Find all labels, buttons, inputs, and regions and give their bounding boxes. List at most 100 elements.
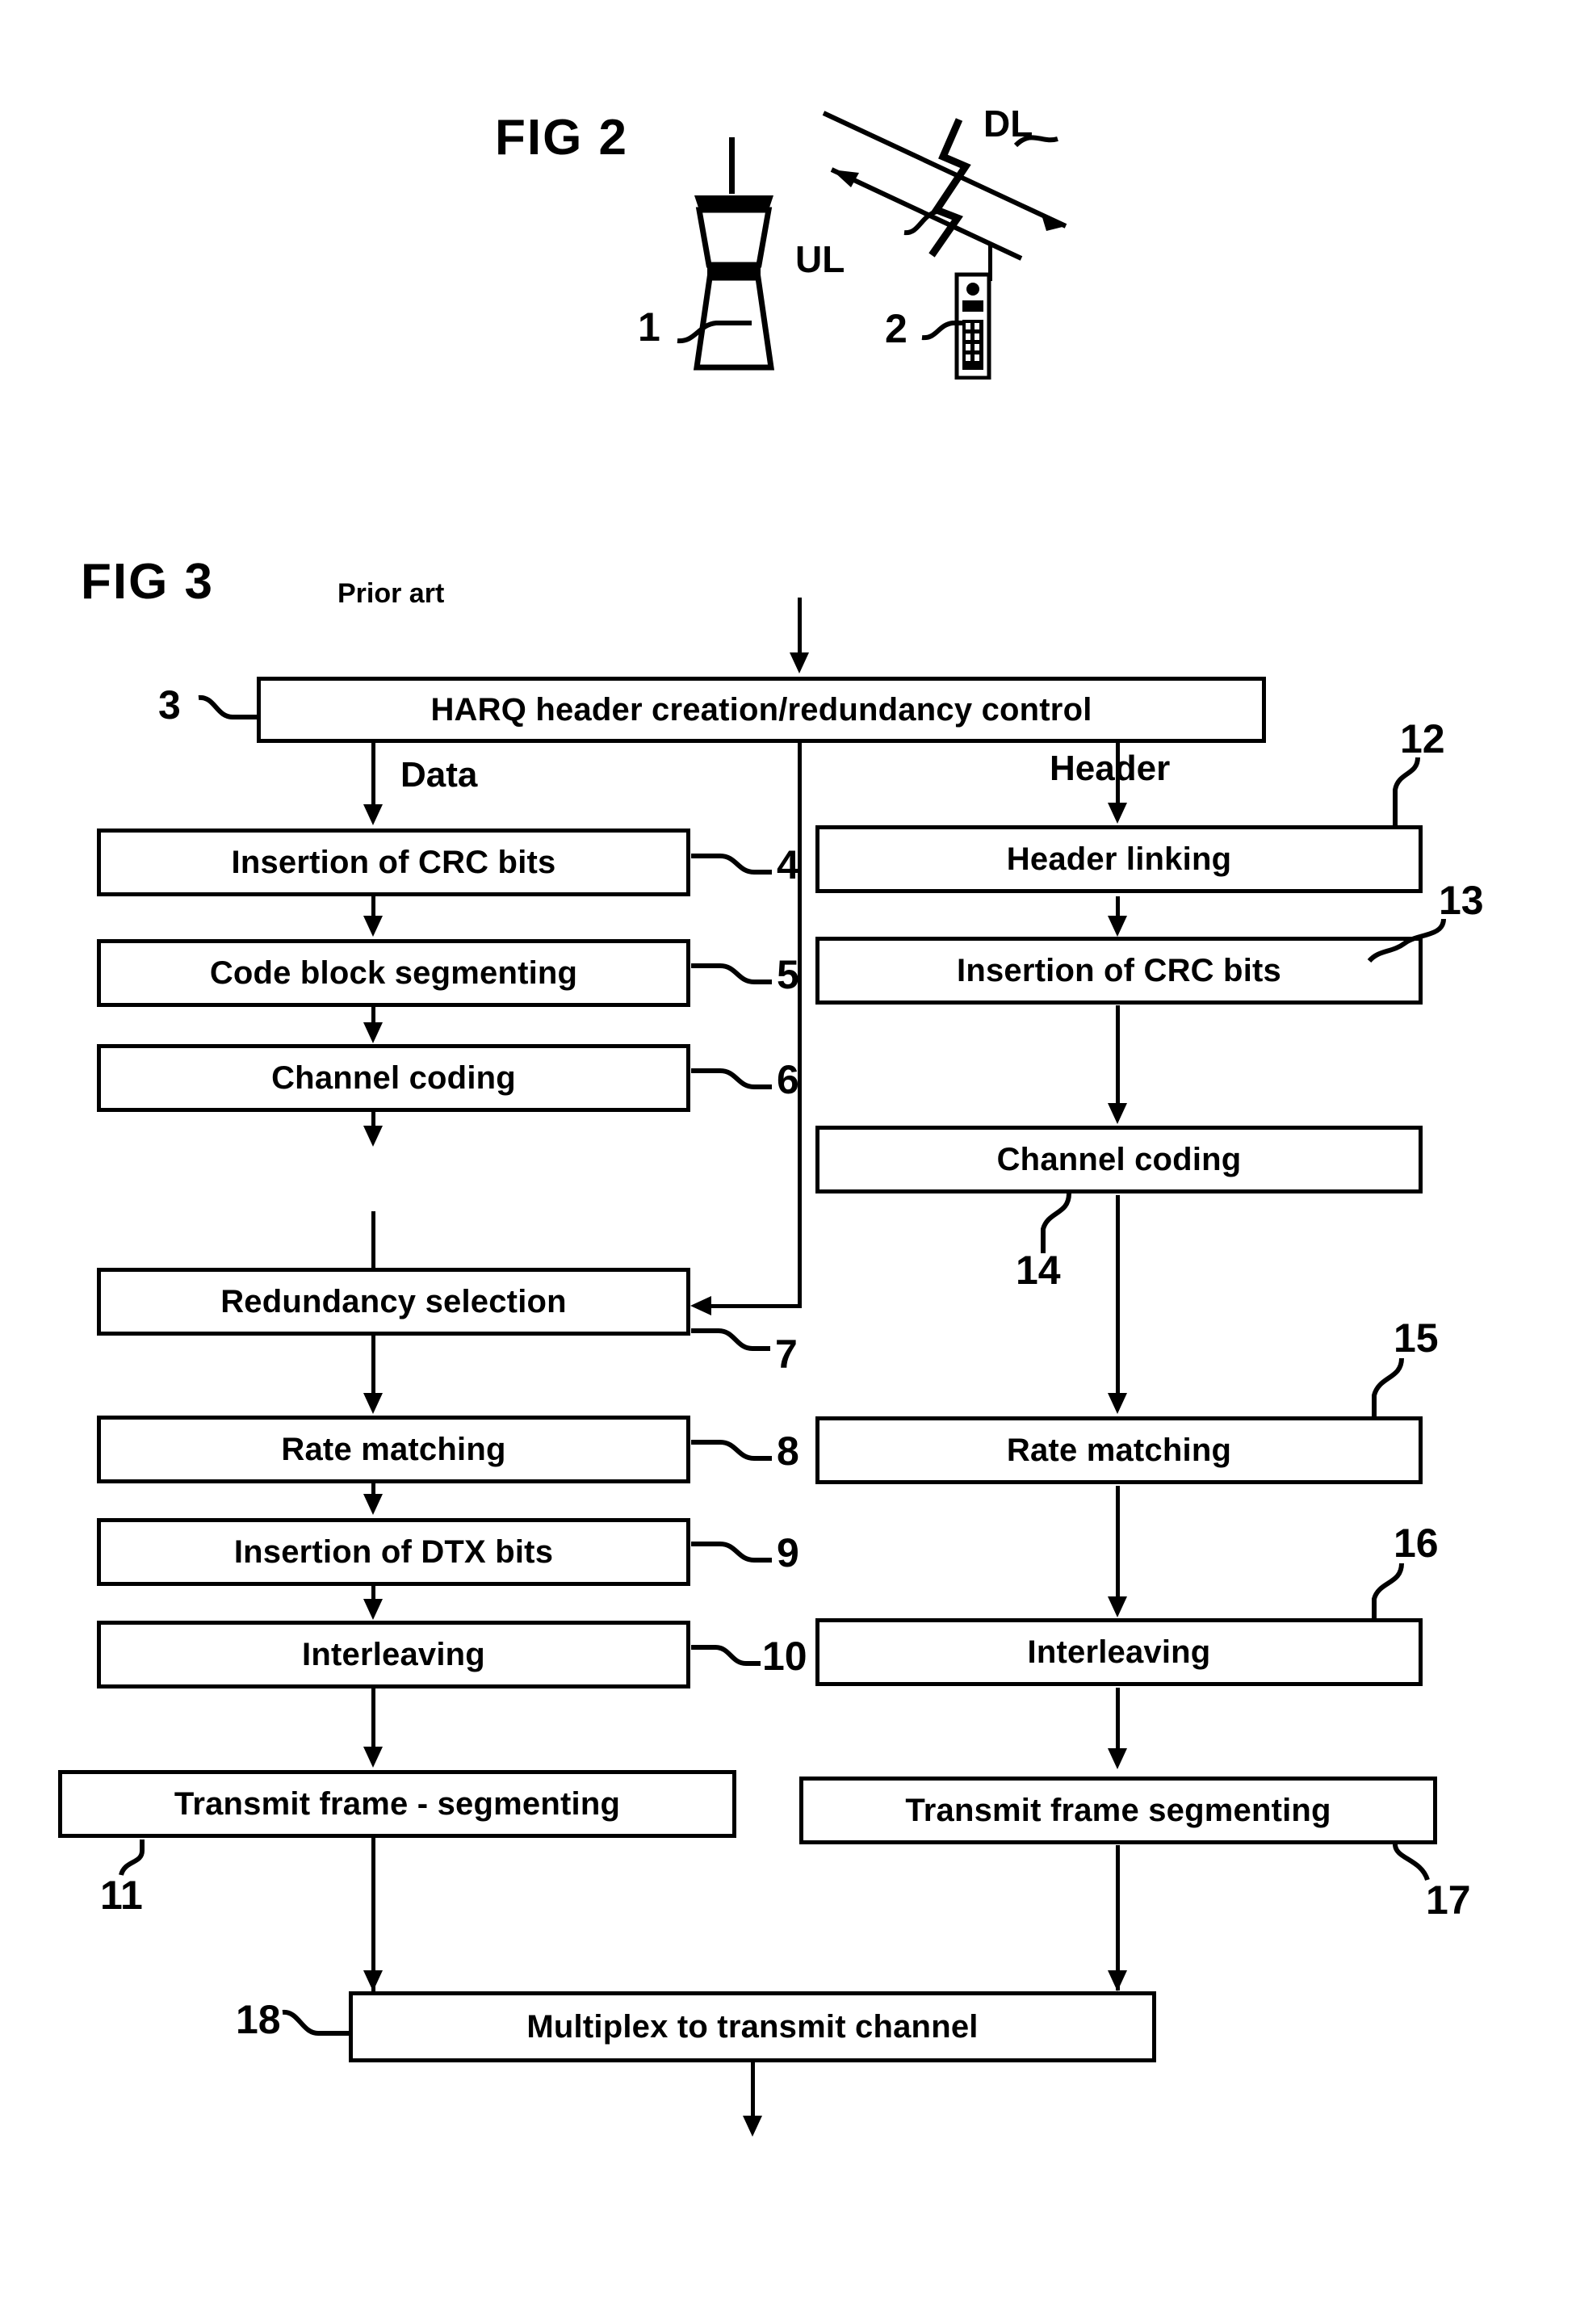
leader-line-6 xyxy=(691,1068,772,1089)
box-label: Insertion of CRC bits xyxy=(231,845,556,880)
box-label: Interleaving xyxy=(302,1637,485,1672)
downlink-label: DL xyxy=(983,103,1033,145)
feedback-line-vertical xyxy=(798,743,802,1308)
ref-numeral-3: 3 xyxy=(158,682,181,728)
branch-label-header: Header xyxy=(1050,749,1171,788)
arrowhead-icon xyxy=(363,1970,383,1991)
ref-numeral-12: 12 xyxy=(1400,716,1445,761)
leader-line-1 xyxy=(677,321,752,344)
ref-numeral-1: 1 xyxy=(638,304,660,350)
box-label: Rate matching xyxy=(281,1432,506,1467)
leader-line-11 xyxy=(119,1839,145,1877)
leader-line-13 xyxy=(1367,918,1446,963)
leader-line-15 xyxy=(1372,1357,1404,1420)
ref-numeral-13: 13 xyxy=(1439,878,1484,923)
ref-numeral-9: 9 xyxy=(777,1530,799,1575)
box-label: Code block segmenting xyxy=(209,955,578,991)
box-multiplex-to-transmit-channel[interactable]: Multiplex to transmit channel xyxy=(349,1991,1156,2062)
arrowhead-icon xyxy=(1108,1393,1127,1414)
conn-interleave-to-frame xyxy=(371,1680,375,1752)
box-label: Transmit frame - segmenting xyxy=(174,1786,621,1822)
box-label: Channel coding xyxy=(996,1142,1242,1177)
box-redundancy-selection[interactable]: Redundancy selection xyxy=(97,1268,690,1336)
ref-numeral-16: 16 xyxy=(1394,1521,1439,1566)
leader-line-5 xyxy=(691,963,772,984)
conn-channel-coding-to-rate xyxy=(1116,1195,1120,1395)
box-insertion-of-crc-bits-data[interactable]: Insertion of CRC bits xyxy=(97,829,690,896)
box-label: Rate matching xyxy=(1006,1433,1232,1468)
ref-numeral-10: 10 xyxy=(762,1634,807,1679)
conn-rate-to-interleaving xyxy=(1116,1486,1120,1599)
arrowhead-icon xyxy=(363,1126,383,1147)
arrowhead-icon xyxy=(1108,1748,1127,1769)
box-header-linking[interactable]: Header linking xyxy=(815,825,1423,893)
branch-label-data: Data xyxy=(400,755,478,795)
ref-numeral-2: 2 xyxy=(885,306,907,351)
arrowhead-icon xyxy=(1108,1596,1127,1617)
conn-interleaving-to-frame xyxy=(1116,1688,1120,1754)
arrowhead-icon xyxy=(363,1747,383,1768)
box-channel-coding-header[interactable]: Channel coding xyxy=(815,1126,1423,1193)
leader-line-4 xyxy=(691,854,772,875)
arrowhead-icon xyxy=(1108,1103,1127,1124)
fig3-title: FIG 3 xyxy=(81,554,215,610)
ref-numeral-18: 18 xyxy=(236,1997,281,2042)
box-harq-header-creation[interactable]: HARQ header creation/redundancy control xyxy=(257,677,1266,743)
arrowhead-icon xyxy=(1108,803,1127,824)
box-insertion-of-dtx-bits[interactable]: Insertion of DTX bits xyxy=(97,1518,690,1586)
leader-line-17 xyxy=(1393,1844,1430,1881)
ref-numeral-5: 5 xyxy=(777,952,799,997)
box-insertion-of-crc-bits-header[interactable]: Insertion of CRC bits xyxy=(815,937,1423,1005)
box-transmit-frame-segmenting-data[interactable]: Transmit frame - segmenting xyxy=(58,1770,736,1838)
box-rate-matching-header[interactable]: Rate matching xyxy=(815,1416,1423,1484)
box-label: Interleaving xyxy=(1027,1634,1211,1670)
box-channel-coding-data[interactable]: Channel coding xyxy=(97,1044,690,1112)
box-label: Channel coding xyxy=(271,1060,516,1096)
conn-harq-to-header-linking xyxy=(1116,743,1120,809)
leader-line-10 xyxy=(691,1645,761,1666)
box-code-block-segmenting[interactable]: Code block segmenting xyxy=(97,939,690,1007)
leader-line-16 xyxy=(1372,1563,1404,1621)
box-label: Insertion of CRC bits xyxy=(957,953,1281,988)
arrowhead-icon xyxy=(363,916,383,937)
leader-line-14 xyxy=(1041,1193,1071,1253)
box-interleaving-header[interactable]: Interleaving xyxy=(815,1618,1423,1686)
leader-line-3 xyxy=(198,694,257,719)
arrowhead-icon xyxy=(363,804,383,825)
leader-line-9 xyxy=(691,1542,772,1563)
conn-frame-to-multiplex-right xyxy=(1116,1845,1120,1991)
conn-frame-to-multiplex xyxy=(371,1838,375,1991)
leader-line-12 xyxy=(1393,757,1420,825)
leader-line-7 xyxy=(691,1328,770,1351)
arrowhead-icon xyxy=(1108,916,1127,937)
output-arrowhead-icon xyxy=(743,2116,762,2137)
ref-numeral-4: 4 xyxy=(777,842,799,887)
ref-numeral-15: 15 xyxy=(1394,1315,1439,1361)
patent-drawing-sheet: FIG 2 DL UL 1 2 FIG 3 Prior art HARQ hea… xyxy=(0,0,1576,2324)
box-label: Header linking xyxy=(1006,841,1232,877)
box-label: Redundancy selection xyxy=(220,1284,567,1319)
arrowhead-icon xyxy=(363,1022,383,1043)
box-transmit-frame-segmenting-header[interactable]: Transmit frame segmenting xyxy=(799,1777,1437,1844)
box-label: Transmit frame segmenting xyxy=(905,1793,1331,1828)
box-rate-matching-data[interactable]: Rate matching xyxy=(97,1416,690,1483)
leader-line-8 xyxy=(691,1440,772,1461)
leader-line-2 xyxy=(921,321,962,341)
feedback-arrowhead-icon xyxy=(690,1296,711,1315)
leader-line-18 xyxy=(282,2009,350,2036)
uplink-label: UL xyxy=(795,238,845,280)
box-interleaving-data[interactable]: Interleaving xyxy=(97,1621,690,1688)
feedback-line-horizontal xyxy=(709,1304,802,1308)
box-label: HARQ header creation/redundancy control xyxy=(430,692,1092,728)
arrowhead-icon xyxy=(363,1494,383,1515)
arrowhead-icon xyxy=(363,1599,383,1620)
input-arrowhead-icon xyxy=(790,652,809,673)
arrowhead-icon xyxy=(1108,1970,1127,1991)
conn-crc-to-channel-coding xyxy=(1116,1005,1120,1107)
conn-harq-to-crc xyxy=(371,743,375,811)
fig2-title: FIG 2 xyxy=(495,110,629,166)
ref-numeral-8: 8 xyxy=(777,1428,799,1474)
fig3-subtitle: Prior art xyxy=(337,578,445,609)
ref-numeral-6: 6 xyxy=(777,1057,799,1102)
box-label: Multiplex to transmit channel xyxy=(526,2009,979,2045)
